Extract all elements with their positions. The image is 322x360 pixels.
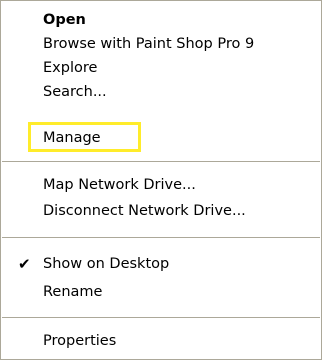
menu-item-map-network-drive[interactable]: Map Network Drive...: [1, 173, 321, 197]
menu-item-browse-with-paint-shop-pro[interactable]: Browse with Paint Shop Pro 9: [1, 32, 321, 56]
context-menu: Open Browse with Paint Shop Pro 9 Explor…: [0, 0, 322, 360]
menu-item-label: Browse with Paint Shop Pro 9: [43, 36, 255, 52]
menu-item-explore[interactable]: Explore: [1, 56, 321, 80]
menu-item-label: Open: [43, 12, 86, 28]
menu-item-label: Manage: [43, 130, 101, 146]
menu-separator: [2, 237, 320, 238]
menu-item-rename[interactable]: Rename: [1, 280, 321, 304]
menu-item-label: Disconnect Network Drive...: [43, 203, 246, 219]
menu-item-label: Show on Desktop: [43, 256, 170, 272]
menu-separator: [2, 317, 320, 318]
checkmark-icon: ✔: [18, 255, 31, 273]
menu-item-properties[interactable]: Properties: [1, 329, 321, 353]
menu-item-label: Search...: [43, 84, 107, 100]
menu-item-disconnect-network-drive[interactable]: Disconnect Network Drive...: [1, 199, 321, 223]
menu-item-label: Rename: [43, 284, 103, 300]
menu-item-label: Properties: [43, 333, 117, 349]
menu-item-label: Explore: [43, 60, 98, 76]
menu-item-show-on-desktop[interactable]: ✔ Show on Desktop: [1, 252, 321, 276]
menu-item-label: Map Network Drive...: [43, 177, 196, 193]
menu-separator: [2, 161, 320, 162]
menu-item-search[interactable]: Search...: [1, 80, 321, 104]
menu-item-manage[interactable]: Manage: [1, 126, 321, 150]
menu-item-open[interactable]: Open: [1, 8, 321, 32]
